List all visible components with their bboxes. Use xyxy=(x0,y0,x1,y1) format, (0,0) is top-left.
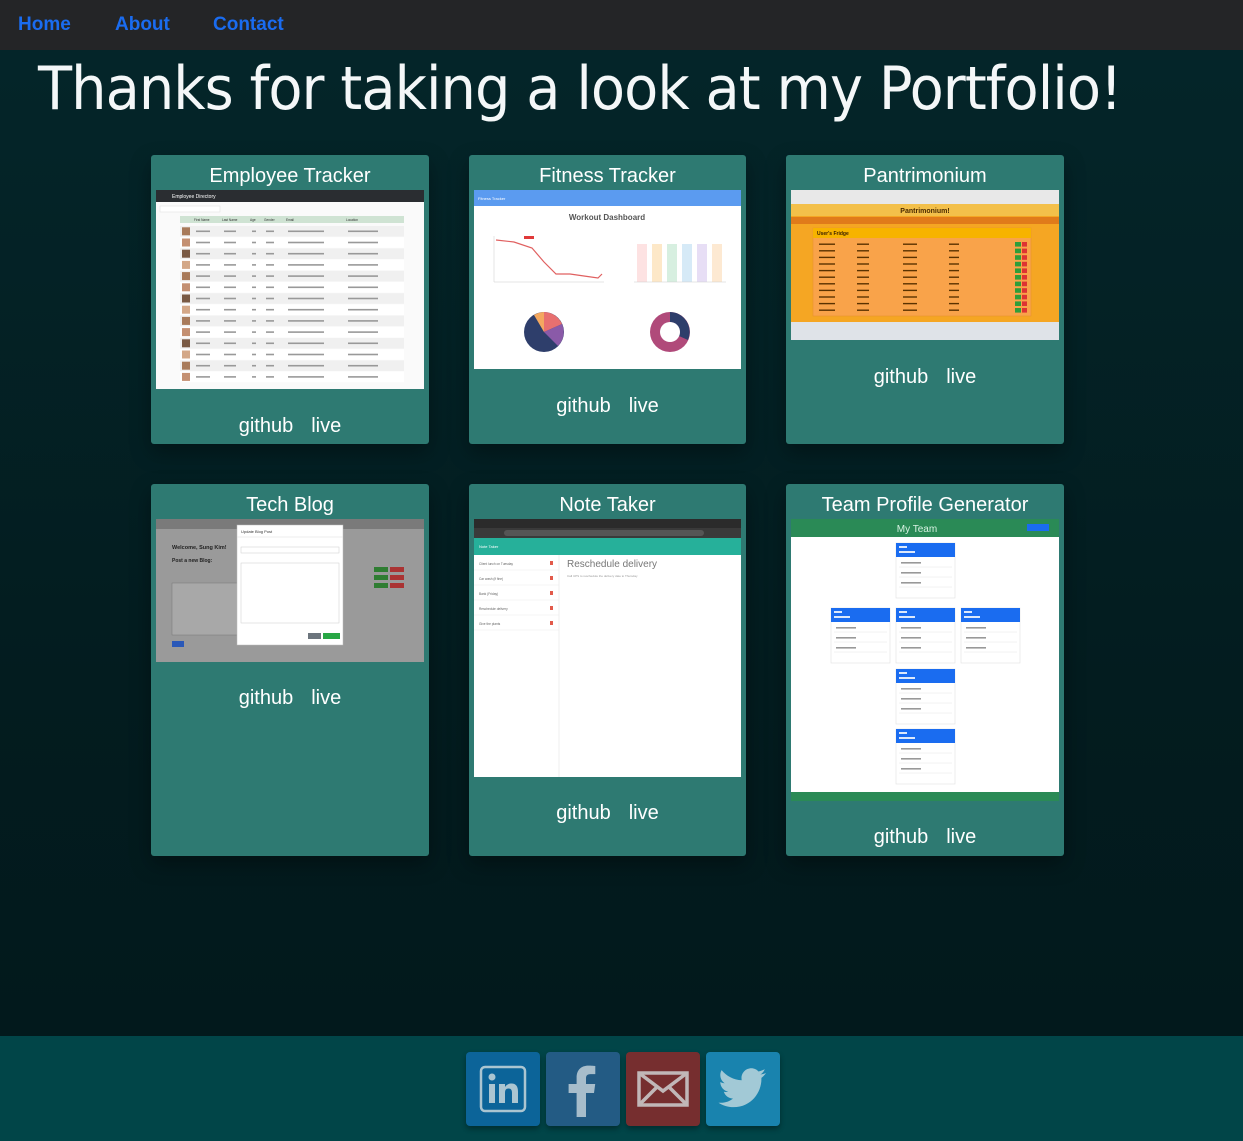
email-icon xyxy=(637,1071,689,1107)
live-link[interactable]: live xyxy=(311,687,341,710)
svg-text:Client lunch on Tuesday: Client lunch on Tuesday xyxy=(479,562,513,566)
preview-welcome: Welcome, Sung Kim! xyxy=(172,545,227,551)
project-links: github live xyxy=(151,687,429,710)
live-link[interactable]: live xyxy=(946,366,976,389)
preview-note-title: Reschedule delivery xyxy=(567,559,657,570)
live-link[interactable]: live xyxy=(311,415,341,438)
team-profile-preview: My Team xyxy=(791,519,1059,801)
project-card-tech-blog: Tech Blog Welcome, Sung Kim! Post a new … xyxy=(151,484,429,856)
project-links: github live xyxy=(469,802,746,825)
github-link[interactable]: github xyxy=(556,802,611,825)
live-link[interactable]: live xyxy=(946,826,976,849)
preview-col-firstname: First Name xyxy=(194,218,210,222)
pantrimonium-preview: Pantrimonium! User's Fridge xyxy=(791,190,1059,340)
nav-link-home[interactable]: Home xyxy=(18,14,71,36)
project-card-note-taker: Note Taker Note Taker Client lunch on Tu… xyxy=(469,484,746,856)
card-title: Note Taker xyxy=(559,494,656,516)
employee-directory-preview: Employee Directory First Name Last Name … xyxy=(156,190,424,389)
project-card-fitness-tracker: Fitness Tracker Fitness Tracker Workout … xyxy=(469,155,746,444)
github-link[interactable]: github xyxy=(874,826,929,849)
preview-col-email: Email xyxy=(286,218,294,222)
preview-header: Note Taker xyxy=(479,544,499,549)
project-screenshot[interactable]: My Team xyxy=(791,519,1059,801)
github-link[interactable]: github xyxy=(239,687,294,710)
svg-text:Give the plants: Give the plants xyxy=(479,622,501,626)
live-link[interactable]: live xyxy=(629,395,659,418)
tech-blog-preview: Welcome, Sung Kim! Post a new Blog: Upda… xyxy=(156,519,424,662)
preview-dashboard-title: Workout Dashboard xyxy=(569,213,645,222)
project-screenshot[interactable]: Welcome, Sung Kim! Post a new Blog: Upda… xyxy=(156,519,424,662)
project-card-pantrimonium: Pantrimonium Pantrimonium! User's Fridge… xyxy=(786,155,1064,444)
preview-header: My Team xyxy=(897,524,937,535)
preview-note-body: Call UPS to reschedule the delivery date… xyxy=(567,574,638,578)
footer xyxy=(0,1036,1243,1141)
preview-header: Fitness Tracker xyxy=(478,196,506,201)
preview-col-gender: Gender xyxy=(264,218,276,222)
twitter-link[interactable] xyxy=(706,1052,780,1126)
card-title: Team Profile Generator xyxy=(821,494,1029,516)
preview-header: Employee Directory xyxy=(172,194,216,200)
workout-dashboard-preview: Fitness Tracker Workout Dashboard xyxy=(474,190,741,352)
facebook-link[interactable] xyxy=(546,1052,620,1126)
nav-link-about[interactable]: About xyxy=(115,14,170,36)
project-screenshot[interactable]: Note Taker Client lunch on Tuesday Car wa… xyxy=(474,519,741,777)
svg-text:Car wash (if fine): Car wash (if fine) xyxy=(479,577,503,581)
preview-modal-title: Update Blog Post xyxy=(241,529,273,534)
preview-col-age: Age xyxy=(250,218,256,222)
project-screenshot[interactable]: Employee Directory First Name Last Name … xyxy=(156,190,424,389)
preview-post-new: Post a new Blog: xyxy=(172,558,213,564)
github-link[interactable]: github xyxy=(239,415,294,438)
navbar: Home About Contact xyxy=(0,0,1243,50)
card-title: Pantrimonium xyxy=(863,165,987,187)
project-screenshot[interactable]: Fitness Tracker Workout Dashboard xyxy=(474,190,741,369)
card-title: Tech Blog xyxy=(246,494,334,516)
project-card-team-profile-generator: Team Profile Generator My Team github liv… xyxy=(786,484,1064,856)
twitter-icon xyxy=(718,1068,766,1108)
project-links: github live xyxy=(786,826,1064,849)
note-taker-preview: Note Taker Client lunch on Tuesday Car wa… xyxy=(474,519,741,777)
nav-link-contact[interactable]: Contact xyxy=(213,14,284,36)
linkedin-icon xyxy=(479,1065,527,1113)
svg-text:Reschedule delivery: Reschedule delivery xyxy=(479,607,508,611)
project-links: github live xyxy=(151,415,429,438)
github-link[interactable]: github xyxy=(556,395,611,418)
card-title: Fitness Tracker xyxy=(539,165,676,187)
preview-banner: Pantrimonium! xyxy=(900,208,949,215)
live-link[interactable]: live xyxy=(629,802,659,825)
preview-panel: User's Fridge xyxy=(817,231,849,237)
card-title: Employee Tracker xyxy=(209,165,371,187)
preview-col-lastname: Last Name xyxy=(222,218,238,222)
github-link[interactable]: github xyxy=(874,366,929,389)
email-link[interactable] xyxy=(626,1052,700,1126)
project-card-employee-tracker: Employee Tracker Employee Directory Firs… xyxy=(151,155,429,444)
linkedin-link[interactable] xyxy=(466,1052,540,1126)
project-links: github live xyxy=(786,366,1064,389)
facebook-icon xyxy=(568,1065,596,1117)
preview-col-location: Location xyxy=(346,218,358,222)
project-links: github live xyxy=(469,395,746,418)
page-title: Thanks for taking a look at my Portfolio… xyxy=(38,54,1122,124)
svg-text:Bank (Friday): Bank (Friday) xyxy=(479,592,498,596)
project-screenshot[interactable]: Pantrimonium! User's Fridge xyxy=(791,190,1059,340)
